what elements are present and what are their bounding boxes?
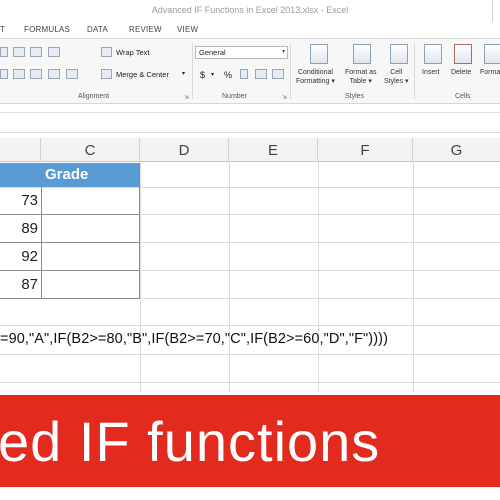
format-as-table-icon[interactable] [353, 44, 371, 64]
table-border [0, 214, 140, 215]
align-top-icon[interactable] [0, 47, 8, 57]
ribbon-tabs: T FORMULAS DATA REVIEW VIEW [0, 22, 500, 38]
bottom-strip [0, 487, 500, 500]
align-left-icon[interactable] [0, 69, 8, 79]
tab-review[interactable]: REVIEW [129, 25, 162, 34]
format-button[interactable]: Forma [480, 68, 500, 77]
number-launcher-icon[interactable]: ⇲ [282, 94, 287, 101]
conditional-formatting-label-2: Formatting ▾ [296, 78, 335, 85]
decrease-indent-icon[interactable] [48, 69, 60, 79]
banner-text: ed IF functions [0, 410, 381, 473]
chevron-down-icon[interactable]: ▾ [182, 70, 185, 77]
score-cell[interactable]: 73 [0, 192, 38, 209]
align-bottom-icon[interactable] [30, 47, 42, 57]
column-header-g[interactable]: G [413, 138, 500, 162]
window-edge [492, 0, 500, 22]
percent-button[interactable]: % [224, 70, 232, 80]
column-header-b[interactable] [0, 138, 41, 162]
ribbon: Wrap Text Merge & Center ▾ Alignment ⇲ G… [0, 38, 500, 104]
number-group-label: Number [222, 93, 247, 100]
score-cell[interactable]: 87 [0, 276, 38, 293]
tab-view[interactable]: VIEW [177, 25, 198, 34]
column-header-f[interactable]: F [318, 138, 413, 162]
cell-styles-label-2: Styles ▾ [384, 78, 409, 85]
align-right-icon[interactable] [30, 69, 42, 79]
group-separator [414, 43, 415, 99]
merge-center-icon[interactable] [101, 69, 112, 79]
insert-button[interactable]: Insert [422, 68, 440, 77]
currency-dropdown-icon[interactable]: ▾ [211, 71, 214, 78]
conditional-formatting-button[interactable]: Conditional Formatting ▾ [296, 68, 335, 86]
decrease-decimal-icon[interactable] [272, 69, 284, 79]
wrap-text-icon[interactable] [101, 47, 112, 57]
wrap-text-button[interactable]: Wrap Text [116, 48, 150, 57]
gridline [140, 162, 141, 392]
tab-formulas[interactable]: FORMULAS [24, 25, 70, 34]
gridline [0, 354, 500, 355]
gridline [229, 162, 230, 392]
gridline [413, 162, 414, 392]
alignment-group-label: Alignment [78, 93, 110, 100]
align-center-icon[interactable] [13, 69, 25, 79]
table-border [0, 242, 140, 243]
group-separator [290, 43, 291, 99]
format-as-table-label-2: Table ▾ [349, 78, 372, 85]
tab-data[interactable]: DATA [87, 25, 108, 34]
score-cell[interactable]: 89 [0, 220, 38, 237]
orientation-icon[interactable] [48, 47, 60, 57]
window-title: Advanced IF Functions in Excel 2013.xlsx… [151, 5, 349, 15]
gridline [0, 325, 500, 326]
styles-group-label: Styles [345, 93, 365, 100]
gridline [318, 162, 319, 392]
formula-text[interactable]: =90,"A",IF(B2>=80,"B",IF(B2>=70,"C",IF(B… [0, 331, 388, 347]
column-header-e[interactable]: E [229, 138, 318, 162]
table-border [0, 298, 140, 299]
divider [0, 112, 500, 113]
gridline [0, 187, 500, 188]
cell-styles-button[interactable]: Cell Styles ▾ [384, 68, 409, 86]
delete-button[interactable]: Delete [451, 68, 471, 77]
currency-button[interactable]: $ [200, 70, 205, 80]
grade-header-label: Grade [45, 166, 89, 183]
merge-center-button[interactable]: Merge & Center [116, 70, 169, 79]
formula-bar-area [0, 105, 500, 138]
number-format-value: General [199, 48, 226, 57]
score-cell[interactable]: 92 [0, 248, 38, 265]
number-format-select[interactable]: General ▾ [195, 46, 288, 59]
worksheet-grid[interactable]: Grade 73 89 92 87 [0, 162, 500, 392]
delete-icon[interactable] [454, 44, 472, 64]
format-as-table-label: Format as [345, 69, 377, 76]
chevron-down-icon: ▾ [281, 49, 285, 55]
group-separator [192, 43, 193, 99]
divider [0, 132, 500, 133]
cell-styles-label: Cell [390, 69, 403, 76]
cells-group-label: Cells [455, 93, 471, 100]
column-header-c[interactable]: C [41, 138, 140, 162]
align-middle-icon[interactable] [13, 47, 25, 57]
title-bar: Advanced IF Functions in Excel 2013.xlsx… [0, 0, 500, 22]
cell-styles-icon[interactable] [390, 44, 408, 64]
format-as-table-button[interactable]: Format as Table ▾ [345, 68, 377, 86]
tab-page-layout[interactable]: T [0, 25, 5, 34]
table-header-cell-score[interactable] [0, 163, 41, 187]
title-banner: ed IF functions [0, 395, 500, 487]
table-border [139, 163, 140, 298]
increase-decimal-icon[interactable] [255, 69, 267, 79]
column-headers: C D E F G [0, 138, 500, 162]
insert-icon[interactable] [424, 44, 442, 64]
column-header-d[interactable]: D [140, 138, 229, 162]
increase-indent-icon[interactable] [66, 69, 78, 79]
alignment-launcher-icon[interactable]: ⇲ [184, 94, 189, 101]
format-icon[interactable] [484, 44, 500, 64]
conditional-formatting-label: Conditional [297, 69, 333, 76]
gridline [0, 382, 500, 383]
conditional-formatting-icon[interactable] [310, 44, 328, 64]
comma-style-icon[interactable] [240, 69, 248, 79]
table-header-cell-grade[interactable]: Grade [41, 163, 140, 187]
table-border [0, 270, 140, 271]
